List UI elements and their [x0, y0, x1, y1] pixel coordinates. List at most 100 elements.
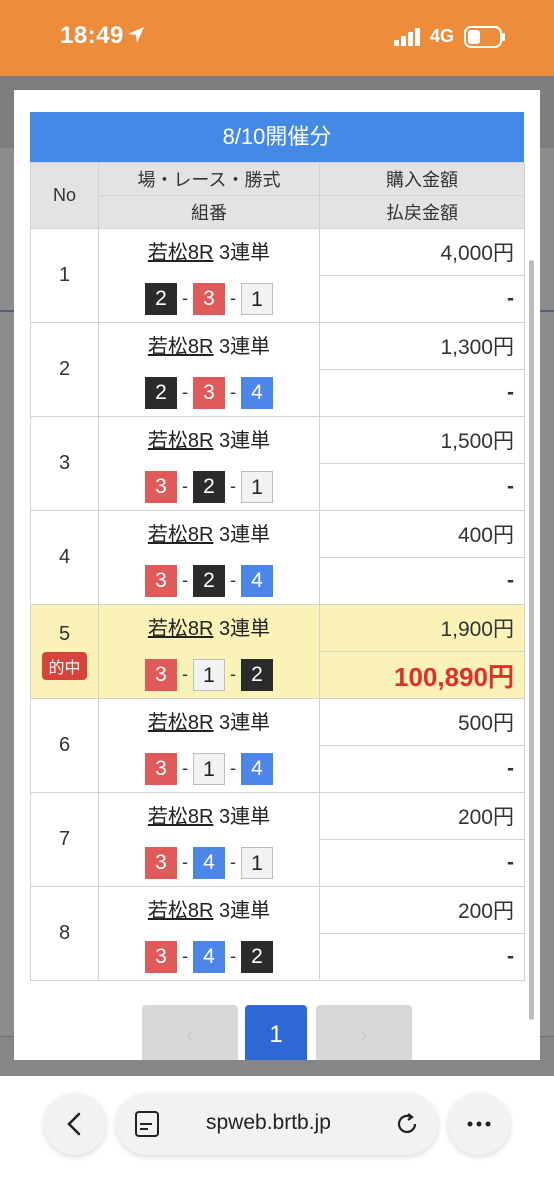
boat-number-box: 1: [193, 752, 225, 785]
header-purchase: 購入金額: [319, 162, 525, 196]
venue-link[interactable]: 若松8R: [148, 806, 214, 828]
current-page-button[interactable]: 1: [245, 1005, 307, 1060]
venue-link[interactable]: 若松8R: [148, 336, 214, 358]
signal-icon: [394, 28, 420, 46]
header-payout: 払戻金額: [319, 195, 525, 229]
boat-number-box: 3: [145, 564, 177, 597]
combo-separator: -: [230, 288, 236, 308]
payout-amount: -: [319, 463, 525, 511]
venue-link[interactable]: 若松8R: [148, 712, 214, 734]
row-number-text: 1: [58, 264, 71, 286]
combo-separator: -: [182, 758, 188, 778]
combo-separator: -: [182, 664, 188, 684]
modal-title: 8/10開催分: [30, 112, 524, 162]
combo: 3-4-1: [99, 840, 319, 886]
table-row: 8 若松8R 3連単 3-4-2 200円: [30, 886, 525, 981]
status-bar: 18:49 4G: [0, 0, 554, 76]
boat-number-box: 2: [145, 282, 177, 315]
combo: 3-1-2: [99, 652, 319, 698]
browser-toolbar: spweb.brtb.jp: [0, 1076, 554, 1200]
venue-link[interactable]: 若松8R: [148, 900, 214, 922]
combo-separator: -: [230, 758, 236, 778]
combo-separator: -: [182, 288, 188, 308]
bet-type: 3連単: [219, 617, 271, 640]
boat-number-box: 3: [145, 940, 177, 973]
boat-number-box: 2: [193, 470, 225, 503]
address-bar[interactable]: spweb.brtb.jp: [116, 1093, 438, 1155]
combo-separator: -: [230, 852, 236, 872]
pagination: ‹ 1 ›: [142, 1005, 412, 1060]
combo-separator: -: [182, 852, 188, 872]
race-label: 若松8R 3連単: [99, 700, 319, 746]
table-row: 4 若松8R 3連単 3-2-4 400円: [30, 510, 525, 605]
race-cell: 若松8R 3連単 3-1-2: [98, 604, 320, 699]
scrollbar[interactable]: [529, 260, 534, 1020]
payout-amount: -: [319, 369, 525, 417]
boat-number-box: 3: [193, 282, 225, 315]
boat-number-box: 2: [241, 940, 273, 973]
chevron-left-icon: [67, 1112, 81, 1136]
race-cell: 若松8R 3連単 3-2-4: [98, 510, 320, 605]
row-number-text: 3: [58, 452, 71, 474]
bet-type: 3連単: [219, 805, 271, 828]
boat-number-box: 2: [193, 564, 225, 597]
payout-amount: -: [319, 745, 525, 793]
prev-page-button[interactable]: ‹: [142, 1005, 238, 1060]
reload-icon[interactable]: [394, 1111, 420, 1137]
combo-separator: -: [230, 664, 236, 684]
race-label: 若松8R 3連単: [99, 230, 319, 276]
next-page-button[interactable]: ›: [316, 1005, 412, 1060]
venue-link[interactable]: 若松8R: [148, 618, 214, 640]
combo: 2-3-1: [99, 276, 319, 322]
boat-number-box: 1: [193, 658, 225, 691]
bet-type: 3連単: [219, 711, 271, 734]
race-cell: 若松8R 3連単 2-3-4: [98, 322, 320, 417]
combo: 3-4-2: [99, 934, 319, 980]
boat-number-box: 4: [241, 376, 273, 409]
back-button[interactable]: [44, 1093, 106, 1155]
header-no: No: [30, 162, 99, 229]
combo-separator: -: [230, 476, 236, 496]
more-dots-icon: [467, 1121, 491, 1127]
race-label: 若松8R 3連単: [99, 606, 319, 652]
combo-separator: -: [230, 946, 236, 966]
row-number: 3: [30, 416, 99, 511]
bet-type: 3連単: [219, 335, 271, 358]
purchase-amount: 500円: [319, 698, 525, 746]
row-number-text: 8: [58, 922, 71, 944]
bet-type: 3連単: [219, 429, 271, 452]
boat-number-box: 1: [241, 470, 273, 503]
venue-link[interactable]: 若松8R: [148, 524, 214, 546]
venue-link[interactable]: 若松8R: [148, 242, 214, 264]
purchase-amount: 4,000円: [319, 228, 525, 276]
boat-number-box: 3: [193, 376, 225, 409]
purchase-amount: 1,900円: [319, 604, 525, 652]
boat-number-box: 1: [241, 282, 273, 315]
row-number: 5 的中: [30, 604, 99, 699]
location-arrow-icon: [128, 27, 144, 43]
hit-badge: 的中: [42, 652, 87, 680]
venue-link[interactable]: 若松8R: [148, 430, 214, 452]
row-number-text: 6: [58, 734, 71, 756]
race-cell: 若松8R 3連単 3-4-1: [98, 792, 320, 887]
boat-number-box: 1: [241, 846, 273, 879]
more-button[interactable]: [448, 1093, 510, 1155]
boat-number-box: 4: [193, 846, 225, 879]
payout-amount: 100,890円: [319, 651, 525, 699]
row-number-text: 5: [58, 623, 71, 645]
combo: 3-1-4: [99, 746, 319, 792]
race-cell: 若松8R 3連単 3-4-2: [98, 886, 320, 981]
combo-separator: -: [182, 382, 188, 402]
boat-number-box: 3: [145, 846, 177, 879]
table-row: 2 若松8R 3連単 2-3-4 1,300円: [30, 322, 525, 417]
purchase-amount: 200円: [319, 886, 525, 934]
table-row: 7 若松8R 3連単 3-4-1 200円: [30, 792, 525, 887]
url-text: spweb.brtb.jp: [206, 1111, 331, 1134]
combo-separator: -: [230, 570, 236, 590]
boat-number-box: 4: [193, 940, 225, 973]
table-row: 1 若松8R 3連単 2-3-1 4,000円: [30, 228, 525, 323]
boat-number-box: 4: [241, 752, 273, 785]
purchase-amount: 200円: [319, 792, 525, 840]
race-cell: 若松8R 3連単 3-1-4: [98, 698, 320, 793]
boat-number-box: 2: [241, 658, 273, 691]
